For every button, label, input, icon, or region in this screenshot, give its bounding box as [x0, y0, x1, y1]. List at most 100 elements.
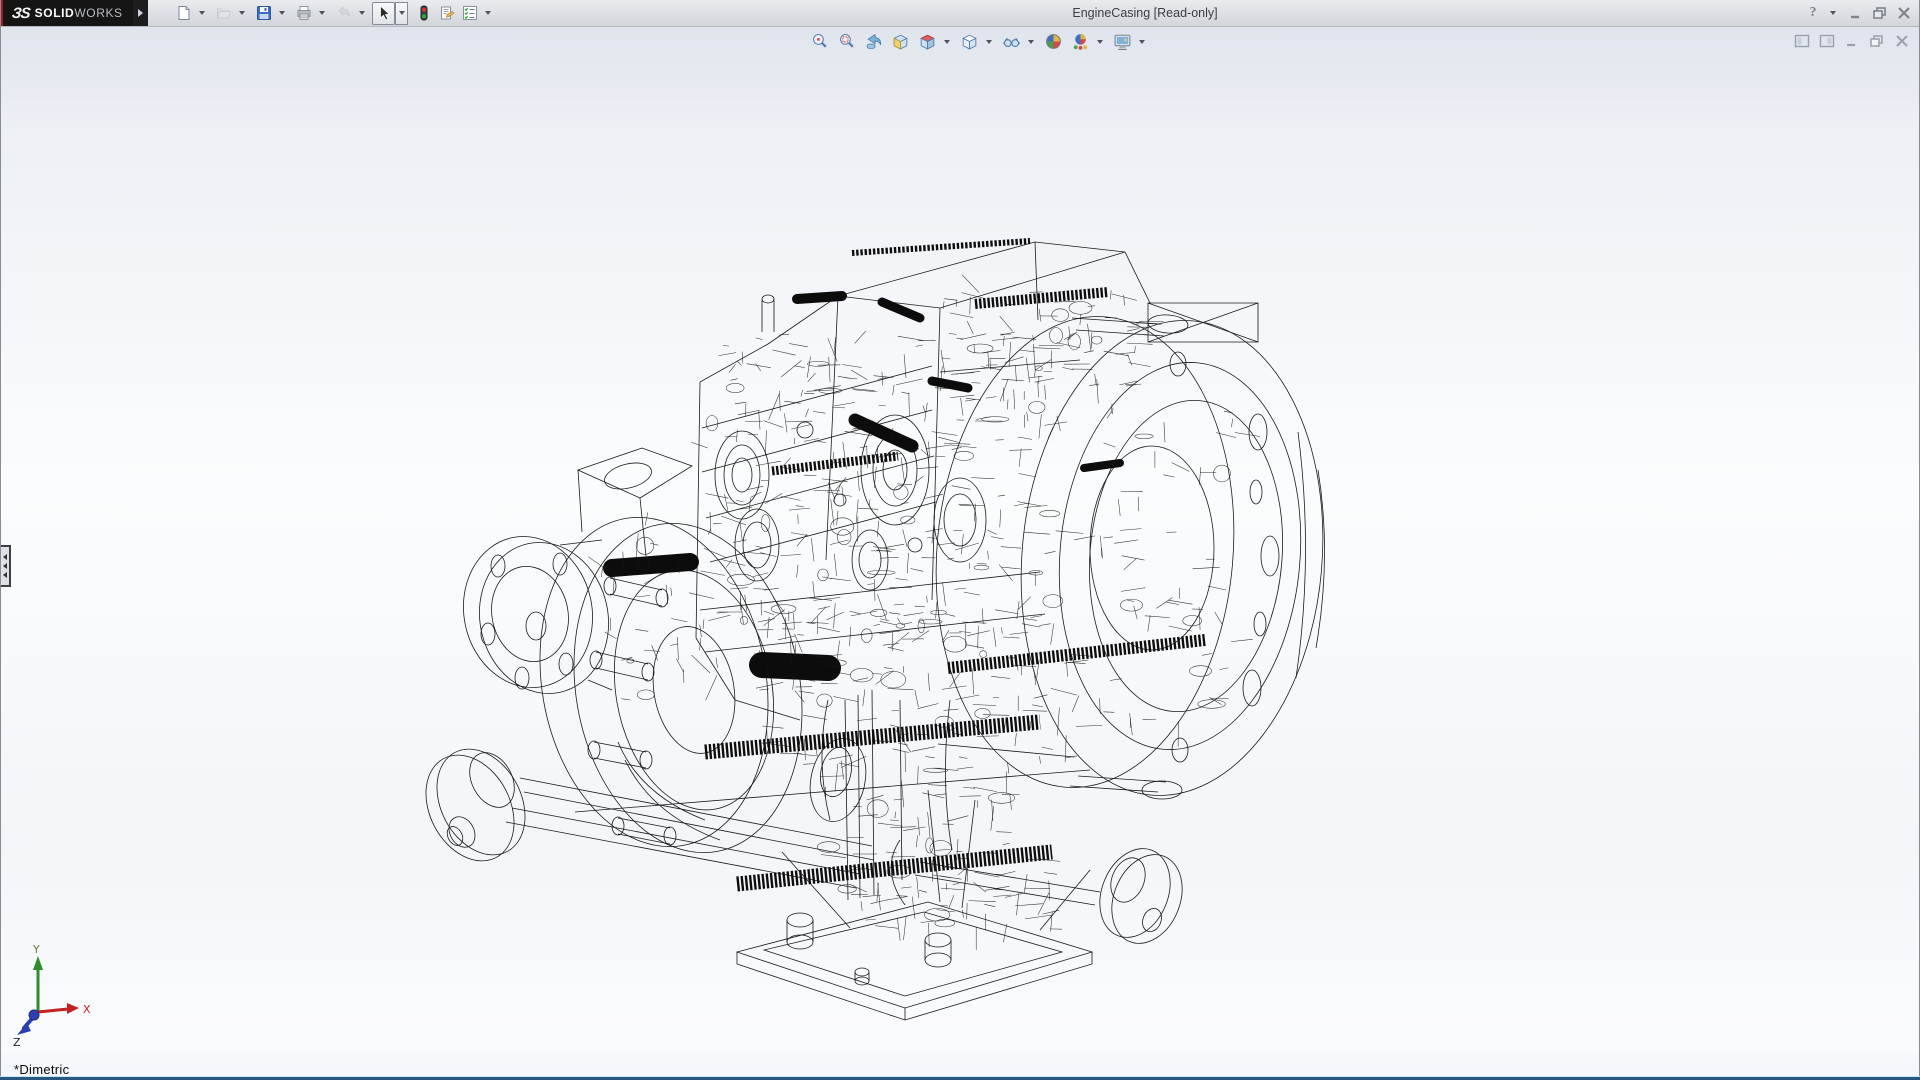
new-document-icon — [176, 5, 192, 21]
select-dropdown[interactable] — [395, 2, 408, 25]
chevron-down-icon — [1139, 40, 1145, 44]
section-view-button[interactable] — [887, 28, 914, 55]
headsup-toolbar — [806, 28, 1151, 55]
zoom-to-area-icon — [837, 32, 856, 51]
close-icon — [1896, 6, 1912, 20]
chevron-down-icon — [1097, 40, 1103, 44]
logo-text-bold: SOLID — [35, 6, 75, 20]
view-orientation-label: *Dimetric — [14, 1062, 69, 1077]
logo-mark: ЗS — [11, 5, 30, 22]
chevron-down-icon — [359, 11, 365, 15]
restore-icon — [1872, 6, 1888, 20]
view-orientation-dropdown[interactable] — [941, 30, 953, 53]
solidworks-logo: ЗS SOLID WORKS — [0, 0, 133, 26]
view-settings-icon — [1113, 32, 1132, 51]
chevron-down-icon — [399, 11, 405, 15]
hide-show-items-dropdown[interactable] — [1025, 30, 1037, 53]
hide-show-items-button[interactable] — [998, 28, 1025, 55]
menu-expand-arrow[interactable] — [133, 0, 148, 26]
print-dropdown[interactable] — [315, 2, 328, 25]
arrow-right-icon — [138, 9, 143, 17]
chevron-down-icon — [1830, 11, 1836, 15]
chevron-down-icon — [239, 11, 245, 15]
orientation-triad[interactable]: Y X Z — [13, 943, 91, 1049]
triad-z-label: Z — [13, 1036, 21, 1049]
help-icon: ? — [1810, 5, 1817, 21]
previous-view-icon — [864, 32, 883, 51]
edit-appearance-button[interactable] — [1040, 28, 1067, 55]
close-icon — [1894, 34, 1910, 48]
new-document-dropdown[interactable] — [195, 2, 208, 25]
zoom-to-fit-icon — [810, 32, 829, 51]
file-properties-button[interactable] — [435, 2, 458, 25]
panel-left-icon — [1794, 34, 1810, 48]
arrow-left-icon — [3, 554, 7, 560]
doc-close-button[interactable] — [1891, 32, 1912, 49]
undo-dropdown[interactable] — [355, 2, 368, 25]
help-button[interactable]: ? — [1802, 3, 1824, 23]
solidworks-window: ЗS SOLID WORKS EngineCasing [Read-only] … — [0, 0, 1920, 1080]
document-window-controls — [1791, 32, 1912, 49]
options-checklist-icon — [462, 5, 478, 21]
zoom-to-area-button[interactable] — [833, 28, 860, 55]
chevron-down-icon — [986, 40, 992, 44]
undo-button[interactable] — [332, 2, 355, 25]
titlebar[interactable]: ЗS SOLID WORKS EngineCasing [Read-only] … — [0, 0, 1920, 27]
edit-appearance-icon — [1044, 32, 1063, 51]
chevron-down-icon — [1028, 40, 1034, 44]
window-title: EngineCasing [Read-only] — [490, 0, 1800, 26]
view-settings-button[interactable] — [1109, 28, 1136, 55]
logo-red-stripe — [0, 0, 3, 26]
doc-restore-button[interactable] — [1866, 32, 1887, 49]
close-button[interactable] — [1893, 3, 1915, 23]
arrow-left-icon — [3, 563, 7, 569]
options-button[interactable] — [458, 2, 481, 25]
minimize-icon — [1848, 6, 1864, 20]
view-settings-dropdown[interactable] — [1136, 30, 1148, 53]
view-orientation-button[interactable] — [914, 28, 941, 55]
section-view-icon — [891, 32, 910, 51]
restore-icon — [1869, 34, 1885, 48]
zoom-to-fit-button[interactable] — [806, 28, 833, 55]
apply-scene-dropdown[interactable] — [1094, 30, 1106, 53]
select-cursor-icon — [376, 5, 392, 21]
open-button[interactable] — [212, 2, 235, 25]
triad-x-label: X — [83, 1003, 91, 1016]
view-orientation-icon — [918, 32, 937, 51]
open-dropdown[interactable] — [235, 2, 248, 25]
pane-right-button[interactable] — [1816, 32, 1837, 49]
restore-button[interactable] — [1869, 3, 1891, 23]
chevron-down-icon — [944, 40, 950, 44]
display-style-dropdown[interactable] — [983, 30, 995, 53]
minimize-icon — [1844, 34, 1860, 48]
panel-right-icon — [1819, 34, 1835, 48]
save-button[interactable] — [252, 2, 275, 25]
triad-y-label: Y — [32, 943, 40, 956]
apply-scene-button[interactable] — [1067, 28, 1094, 55]
apply-scene-icon — [1071, 32, 1090, 51]
minimize-button[interactable] — [1845, 3, 1867, 23]
hide-show-items-icon — [1002, 32, 1021, 51]
select-button[interactable] — [372, 2, 395, 25]
wireframe-model: Y X Z — [0, 26, 1920, 1080]
display-style-button[interactable] — [956, 28, 983, 55]
pane-left-button[interactable] — [1791, 32, 1812, 49]
save-icon — [256, 5, 272, 21]
main-toolbar — [172, 2, 498, 24]
help-dropdown[interactable] — [1826, 2, 1839, 25]
previous-view-button[interactable] — [860, 28, 887, 55]
print-icon — [296, 5, 312, 21]
print-button[interactable] — [292, 2, 315, 25]
chevron-down-icon — [199, 11, 205, 15]
feature-panel-collapsed-tab[interactable] — [0, 545, 11, 587]
new-document-button[interactable] — [172, 2, 195, 25]
arrow-left-icon — [3, 572, 7, 578]
rebuild-button[interactable] — [412, 2, 435, 25]
doc-minimize-button[interactable] — [1841, 32, 1862, 49]
logo-text-light: WORKS — [74, 6, 122, 20]
window-bottom-edge — [0, 1076, 1920, 1080]
open-folder-icon — [216, 5, 232, 21]
graphics-viewport[interactable]: Y X Z — [0, 26, 1920, 1080]
save-dropdown[interactable] — [275, 2, 288, 25]
display-style-icon — [960, 32, 979, 51]
